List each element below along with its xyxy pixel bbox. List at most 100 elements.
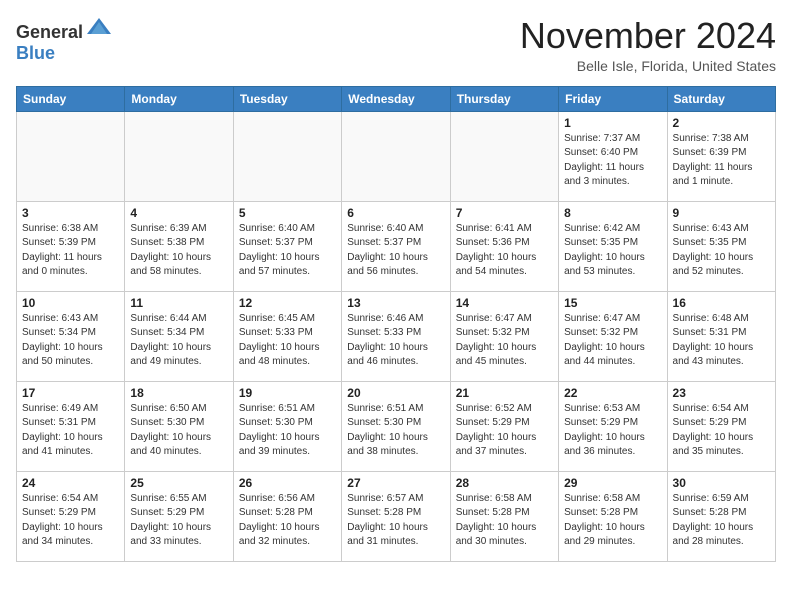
- calendar-cell: 7 Sunrise: 6:41 AM Sunset: 5:36 PM Daylig…: [450, 201, 558, 291]
- day-number: 15: [564, 296, 661, 310]
- cell-info: Sunrise: 6:47 AM Sunset: 5:32 PM Dayligh…: [456, 312, 553, 370]
- cell-info: Sunrise: 6:38 AM Sunset: 5:39 PM Dayligh…: [22, 222, 119, 280]
- day-number: 6: [347, 206, 444, 220]
- day-number: 17: [22, 386, 119, 400]
- cell-info: Sunrise: 6:48 AM Sunset: 5:31 PM Dayligh…: [673, 312, 770, 370]
- day-number: 9: [673, 206, 770, 220]
- cell-info: Sunrise: 6:55 AM Sunset: 5:29 PM Dayligh…: [130, 492, 227, 550]
- calendar-cell: 19 Sunrise: 6:51 AM Sunset: 5:30 PM Dayli…: [233, 381, 341, 471]
- cell-info: Sunrise: 6:58 AM Sunset: 5:28 PM Dayligh…: [564, 492, 661, 550]
- calendar-table: SundayMondayTuesdayWednesdayThursdayFrid…: [16, 86, 776, 562]
- day-number: 28: [456, 476, 553, 490]
- calendar-header-sunday: Sunday: [17, 86, 125, 111]
- day-number: 27: [347, 476, 444, 490]
- title-block: November 2024 Belle Isle, Florida, Unite…: [520, 16, 776, 74]
- cell-info: Sunrise: 6:41 AM Sunset: 5:36 PM Dayligh…: [456, 222, 553, 280]
- day-number: 10: [22, 296, 119, 310]
- day-number: 19: [239, 386, 336, 400]
- calendar-cell: [342, 111, 450, 201]
- calendar-cell: 23 Sunrise: 6:54 AM Sunset: 5:29 PM Dayli…: [667, 381, 775, 471]
- calendar-cell: 11Sunrise: 6:44 AM Sunset: 5:34 PM Dayli…: [125, 291, 233, 381]
- calendar-week-3: 17 Sunrise: 6:49 AM Sunset: 5:31 PM Dayli…: [17, 381, 776, 471]
- cell-info: Sunrise: 6:43 AM Sunset: 5:34 PM Dayligh…: [22, 312, 119, 370]
- calendar-cell: 16 Sunrise: 6:48 AM Sunset: 5:31 PM Dayli…: [667, 291, 775, 381]
- calendar-cell: 25Sunrise: 6:55 AM Sunset: 5:29 PM Dayli…: [125, 471, 233, 561]
- calendar-cell: 12Sunrise: 6:45 AM Sunset: 5:33 PM Dayli…: [233, 291, 341, 381]
- calendar-cell: 3 Sunrise: 6:38 AM Sunset: 5:39 PM Daylig…: [17, 201, 125, 291]
- day-number: 20: [347, 386, 444, 400]
- day-number: 5: [239, 206, 336, 220]
- calendar-cell: 29 Sunrise: 6:58 AM Sunset: 5:28 PM Dayli…: [559, 471, 667, 561]
- day-number: 16: [673, 296, 770, 310]
- calendar-cell: 28Sunrise: 6:58 AM Sunset: 5:28 PM Dayli…: [450, 471, 558, 561]
- calendar-header-saturday: Saturday: [667, 86, 775, 111]
- page-header: General Blue November 2024 Belle Isle, F…: [16, 16, 776, 74]
- day-number: 7: [456, 206, 553, 220]
- cell-info: Sunrise: 7:37 AM Sunset: 6:40 PM Dayligh…: [564, 132, 661, 190]
- cell-info: Sunrise: 6:51 AM Sunset: 5:30 PM Dayligh…: [347, 402, 444, 460]
- day-number: 4: [130, 206, 227, 220]
- cell-info: Sunrise: 6:50 AM Sunset: 5:30 PM Dayligh…: [130, 402, 227, 460]
- calendar-cell: 24Sunrise: 6:54 AM Sunset: 5:29 PM Dayli…: [17, 471, 125, 561]
- logo-icon: [85, 16, 113, 38]
- cell-info: Sunrise: 7:38 AM Sunset: 6:39 PM Dayligh…: [673, 132, 770, 190]
- cell-info: Sunrise: 6:40 AM Sunset: 5:37 PM Dayligh…: [239, 222, 336, 280]
- day-number: 14: [456, 296, 553, 310]
- calendar-cell: 15 Sunrise: 6:47 AM Sunset: 5:32 PM Dayli…: [559, 291, 667, 381]
- day-number: 23: [673, 386, 770, 400]
- calendar-cell: 30 Sunrise: 6:59 AM Sunset: 5:28 PM Dayli…: [667, 471, 775, 561]
- logo-blue-text: Blue: [16, 43, 55, 64]
- day-number: 3: [22, 206, 119, 220]
- day-number: 29: [564, 476, 661, 490]
- month-title: November 2024: [520, 16, 776, 56]
- calendar-week-2: 10 Sunrise: 6:43 AM Sunset: 5:34 PM Dayli…: [17, 291, 776, 381]
- cell-info: Sunrise: 6:49 AM Sunset: 5:31 PM Dayligh…: [22, 402, 119, 460]
- calendar-cell: [17, 111, 125, 201]
- calendar-header-thursday: Thursday: [450, 86, 558, 111]
- cell-info: Sunrise: 6:42 AM Sunset: 5:35 PM Dayligh…: [564, 222, 661, 280]
- calendar-cell: 4 Sunrise: 6:39 AM Sunset: 5:38 PM Daylig…: [125, 201, 233, 291]
- cell-info: Sunrise: 6:47 AM Sunset: 5:32 PM Dayligh…: [564, 312, 661, 370]
- calendar-cell: [233, 111, 341, 201]
- calendar-cell: 21 Sunrise: 6:52 AM Sunset: 5:29 PM Dayli…: [450, 381, 558, 471]
- calendar-cell: 13 Sunrise: 6:46 AM Sunset: 5:33 PM Dayli…: [342, 291, 450, 381]
- day-number: 8: [564, 206, 661, 220]
- logo-general-text: General: [16, 22, 83, 43]
- calendar-cell: 5 Sunrise: 6:40 AM Sunset: 5:37 PM Daylig…: [233, 201, 341, 291]
- calendar-cell: 17 Sunrise: 6:49 AM Sunset: 5:31 PM Dayli…: [17, 381, 125, 471]
- cell-info: Sunrise: 6:39 AM Sunset: 5:38 PM Dayligh…: [130, 222, 227, 280]
- calendar-cell: [125, 111, 233, 201]
- calendar-cell: 9Sunrise: 6:43 AM Sunset: 5:35 PM Daylig…: [667, 201, 775, 291]
- calendar-week-1: 3 Sunrise: 6:38 AM Sunset: 5:39 PM Daylig…: [17, 201, 776, 291]
- calendar-cell: 2Sunrise: 7:38 AM Sunset: 6:39 PM Daylig…: [667, 111, 775, 201]
- logo: General Blue: [16, 16, 113, 64]
- calendar-cell: 8 Sunrise: 6:42 AM Sunset: 5:35 PM Daylig…: [559, 201, 667, 291]
- day-number: 30: [673, 476, 770, 490]
- day-number: 26: [239, 476, 336, 490]
- cell-info: Sunrise: 6:45 AM Sunset: 5:33 PM Dayligh…: [239, 312, 336, 370]
- calendar-cell: [450, 111, 558, 201]
- calendar-cell: 20 Sunrise: 6:51 AM Sunset: 5:30 PM Dayli…: [342, 381, 450, 471]
- calendar-cell: 14 Sunrise: 6:47 AM Sunset: 5:32 PM Dayli…: [450, 291, 558, 381]
- cell-info: Sunrise: 6:56 AM Sunset: 5:28 PM Dayligh…: [239, 492, 336, 550]
- calendar-cell: 22Sunrise: 6:53 AM Sunset: 5:29 PM Dayli…: [559, 381, 667, 471]
- cell-info: Sunrise: 6:59 AM Sunset: 5:28 PM Dayligh…: [673, 492, 770, 550]
- calendar-header-tuesday: Tuesday: [233, 86, 341, 111]
- calendar-cell: 18 Sunrise: 6:50 AM Sunset: 5:30 PM Dayli…: [125, 381, 233, 471]
- calendar-cell: 26 Sunrise: 6:56 AM Sunset: 5:28 PM Dayli…: [233, 471, 341, 561]
- cell-info: Sunrise: 6:51 AM Sunset: 5:30 PM Dayligh…: [239, 402, 336, 460]
- calendar-header-row: SundayMondayTuesdayWednesdayThursdayFrid…: [17, 86, 776, 111]
- calendar-cell: 10 Sunrise: 6:43 AM Sunset: 5:34 PM Dayli…: [17, 291, 125, 381]
- cell-info: Sunrise: 6:57 AM Sunset: 5:28 PM Dayligh…: [347, 492, 444, 550]
- cell-info: Sunrise: 6:46 AM Sunset: 5:33 PM Dayligh…: [347, 312, 444, 370]
- calendar-cell: 1 Sunrise: 7:37 AM Sunset: 6:40 PM Daylig…: [559, 111, 667, 201]
- day-number: 13: [347, 296, 444, 310]
- day-number: 22: [564, 386, 661, 400]
- cell-info: Sunrise: 6:40 AM Sunset: 5:37 PM Dayligh…: [347, 222, 444, 280]
- cell-info: Sunrise: 6:54 AM Sunset: 5:29 PM Dayligh…: [673, 402, 770, 460]
- calendar-week-0: 1 Sunrise: 7:37 AM Sunset: 6:40 PM Daylig…: [17, 111, 776, 201]
- day-number: 1: [564, 116, 661, 130]
- cell-info: Sunrise: 6:52 AM Sunset: 5:29 PM Dayligh…: [456, 402, 553, 460]
- day-number: 18: [130, 386, 227, 400]
- day-number: 21: [456, 386, 553, 400]
